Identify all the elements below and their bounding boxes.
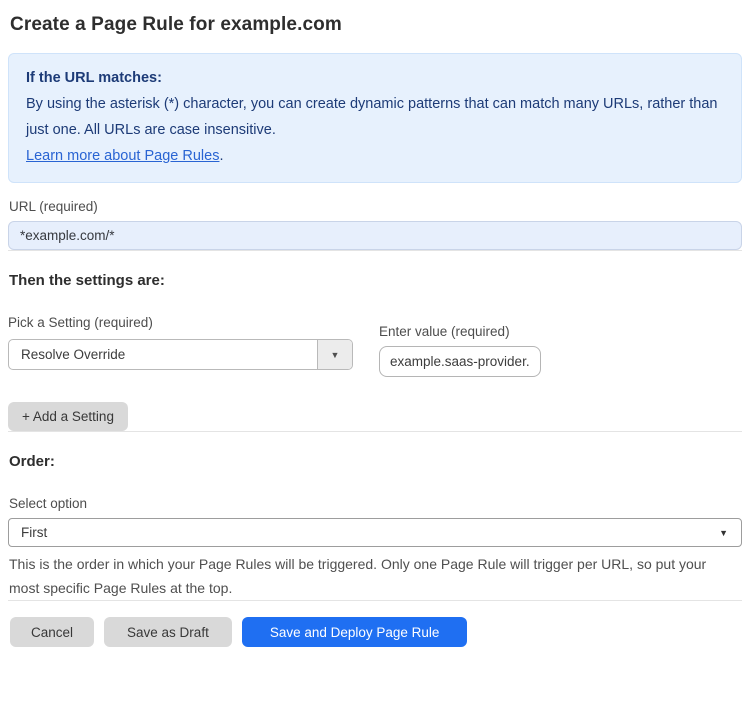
setting-row: Pick a Setting (required) Resolve Overri… xyxy=(8,315,742,377)
section-divider xyxy=(8,431,742,432)
save-as-draft-button[interactable]: Save as Draft xyxy=(104,617,232,647)
order-selected-value: First xyxy=(21,525,48,540)
info-box-link-line: Learn more about Page Rules. xyxy=(26,143,724,169)
order-section-heading: Order: xyxy=(9,453,55,470)
save-and-deploy-button[interactable]: Save and Deploy Page Rule xyxy=(241,617,468,647)
info-box-body: By using the asterisk (*) character, you… xyxy=(26,96,718,138)
setting-picker-selected-value: Resolve Override xyxy=(21,347,126,362)
order-select-label: Select option xyxy=(9,496,88,511)
page-title: Create a Page Rule for example.com xyxy=(10,14,342,35)
info-box-heading: If the URL matches: xyxy=(26,70,162,86)
cancel-button[interactable]: Cancel xyxy=(10,617,95,647)
chevron-down-icon: ▼ xyxy=(719,527,728,538)
settings-section-heading: Then the settings are: xyxy=(9,272,165,289)
add-setting-button[interactable]: + Add a Setting xyxy=(8,402,128,431)
order-help-text: This is the order in which your Page Rul… xyxy=(9,556,707,596)
footer-divider xyxy=(8,600,742,601)
setting-value-label: Enter value (required) xyxy=(379,324,510,339)
order-select[interactable]: First ▼ xyxy=(8,518,742,547)
create-page-rule-form: Create a Page Rule for example.com If th… xyxy=(0,14,750,647)
section-divider xyxy=(8,250,742,251)
url-field-label: URL (required) xyxy=(9,199,98,214)
url-input[interactable] xyxy=(8,221,742,250)
link-suffix-period: . xyxy=(219,148,224,164)
setting-picker-column: Pick a Setting (required) Resolve Overri… xyxy=(8,315,353,370)
setting-picker-label: Pick a Setting (required) xyxy=(8,315,153,330)
chevron-down-icon[interactable]: ▼ xyxy=(317,340,352,369)
setting-picker-select[interactable]: Resolve Override ▼ xyxy=(8,339,353,370)
setting-value-column: Enter value (required) xyxy=(379,315,541,377)
setting-value-input[interactable] xyxy=(379,346,541,377)
learn-more-page-rules-link[interactable]: Learn more about Page Rules xyxy=(26,148,219,164)
footer-button-row: Cancel Save as Draft Save and Deploy Pag… xyxy=(8,617,742,647)
url-match-info-box: If the URL matches: By using the asteris… xyxy=(8,53,742,183)
